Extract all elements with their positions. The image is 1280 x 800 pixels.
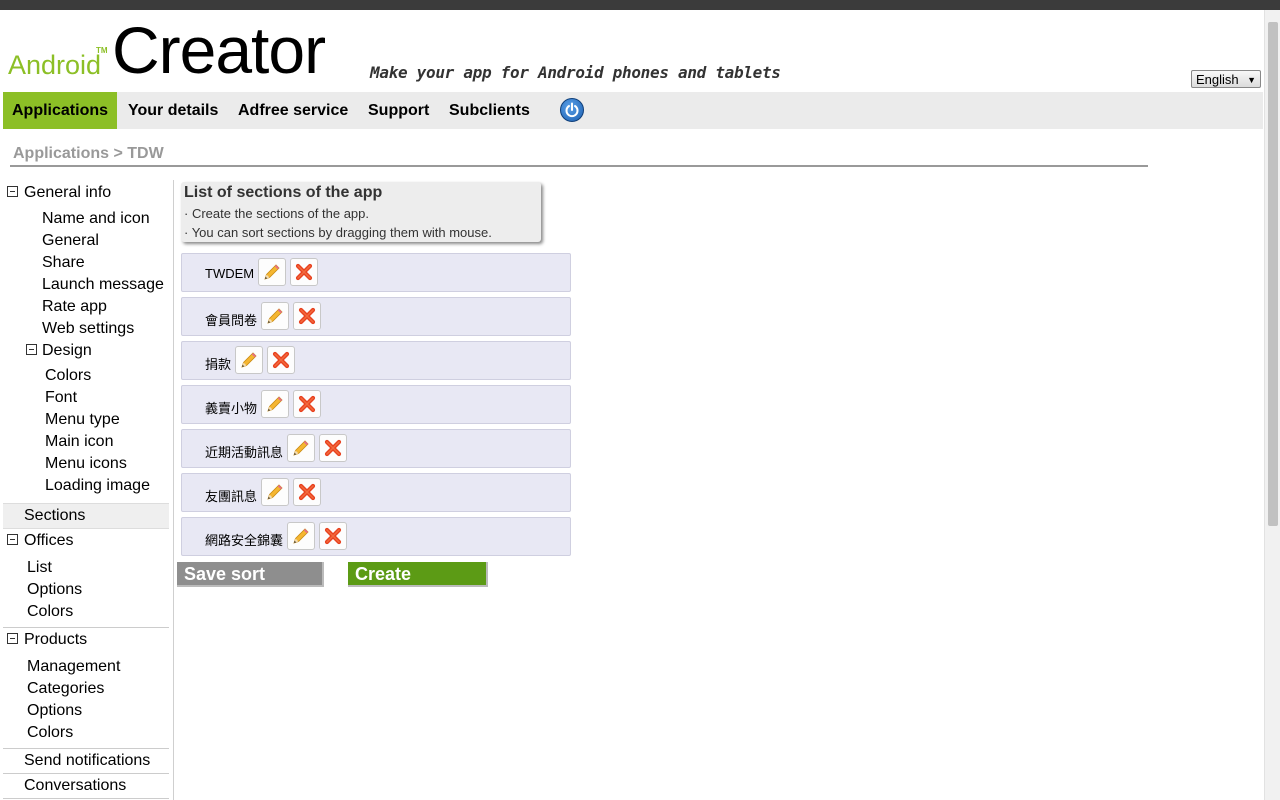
tagline: Make your app for Android phones and tab… xyxy=(370,63,781,82)
section-name: 捐款 xyxy=(205,357,232,372)
power-icon[interactable] xyxy=(560,98,584,122)
sidebar-sections[interactable]: Sections xyxy=(24,507,85,525)
sidebar-offices[interactable]: Offices xyxy=(24,532,74,550)
page-scrollbar[interactable] xyxy=(1264,10,1280,800)
chevron-down-icon: ▼ xyxy=(1247,75,1256,85)
section-row[interactable]: 會員問卷 xyxy=(181,297,571,336)
sidebar-general-info[interactable]: General info xyxy=(24,184,111,202)
section-row[interactable]: 近期活動訊息 xyxy=(181,429,571,468)
section-name: 會員問卷 xyxy=(205,313,258,328)
breadcrumb: Applications > TDW xyxy=(13,145,164,162)
sidebar-item-main-icon[interactable]: Main icon xyxy=(45,433,113,451)
pencil-icon[interactable] xyxy=(287,434,315,462)
section-row[interactable]: 友團訊息 xyxy=(181,473,571,512)
browser-top-bar xyxy=(0,0,1280,10)
android-creator-logo[interactable]: Android TM Creator xyxy=(6,13,356,88)
language-selected: English xyxy=(1196,72,1239,87)
sections-info-box: List of sections of the app · Create the… xyxy=(181,182,541,242)
sidebar-item-rate-app[interactable]: Rate app xyxy=(42,298,107,316)
sidebar-item-offices-options[interactable]: Options xyxy=(27,581,82,599)
sidebar-products[interactable]: Products xyxy=(24,631,87,649)
section-row[interactable]: TWDEM xyxy=(181,253,571,292)
nav-support[interactable]: Support xyxy=(359,92,438,129)
collapse-icon[interactable] xyxy=(7,633,18,644)
sidebar-item-colors[interactable]: Colors xyxy=(45,367,91,385)
pencil-icon[interactable] xyxy=(261,390,289,418)
sidebar: General info Name and icon General Share… xyxy=(3,180,174,800)
save-sort-order-button[interactable]: Save sort order xyxy=(177,562,324,608)
sidebar-item-font[interactable]: Font xyxy=(45,389,77,407)
info-line-2: · You can sort sections by dragging them… xyxy=(184,225,492,240)
nav-your-details[interactable]: Your details xyxy=(119,92,227,129)
nav-adfree-service[interactable]: Adfree service xyxy=(229,92,357,129)
sidebar-divider xyxy=(3,798,169,799)
delete-icon[interactable] xyxy=(293,478,321,506)
pencil-icon[interactable] xyxy=(235,346,263,374)
info-line-1: · Create the sections of the app. xyxy=(184,206,369,221)
sidebar-item-name-and-icon[interactable]: Name and icon xyxy=(42,210,150,228)
pencil-icon[interactable] xyxy=(261,478,289,506)
sidebar-item-share[interactable]: Share xyxy=(42,254,85,272)
logo-android-text: Android xyxy=(8,50,102,80)
sidebar-item-products-management[interactable]: Management xyxy=(27,658,120,676)
sidebar-item-general[interactable]: General xyxy=(42,232,99,250)
language-select[interactable]: English ▼ xyxy=(1191,70,1261,88)
section-row[interactable]: 義賣小物 xyxy=(181,385,571,424)
pencil-icon[interactable] xyxy=(261,302,289,330)
sidebar-item-menu-icons[interactable]: Menu icons xyxy=(45,455,127,473)
section-row[interactable]: 網路安全錦囊 xyxy=(181,517,571,556)
delete-icon[interactable] xyxy=(293,390,321,418)
pencil-icon[interactable] xyxy=(287,522,315,550)
section-name: TWDEM xyxy=(205,266,255,281)
sidebar-conversations[interactable]: Conversations xyxy=(24,777,126,795)
delete-icon[interactable] xyxy=(319,434,347,462)
power-glyph xyxy=(565,102,579,118)
breadcrumb-divider xyxy=(10,165,1148,167)
sidebar-item-web-settings[interactable]: Web settings xyxy=(42,320,134,338)
info-title: List of sections of the app xyxy=(184,184,383,201)
pencil-icon[interactable] xyxy=(258,258,286,286)
section-name: 友團訊息 xyxy=(205,489,258,504)
section-name: 近期活動訊息 xyxy=(205,445,284,460)
sidebar-item-loading-image[interactable]: Loading image xyxy=(45,477,150,495)
create-section-button[interactable]: Create section xyxy=(348,562,488,608)
scrollbar-thumb[interactable] xyxy=(1268,22,1278,526)
sidebar-divider xyxy=(3,627,169,628)
sidebar-item-menu-type[interactable]: Menu type xyxy=(45,411,120,429)
sidebar-send-notifications[interactable]: Send notifications xyxy=(24,752,150,770)
collapse-icon[interactable] xyxy=(7,186,18,197)
delete-icon[interactable] xyxy=(293,302,321,330)
collapse-icon[interactable] xyxy=(26,344,37,355)
nav-applications[interactable]: Applications xyxy=(3,92,118,129)
logo-tm: TM xyxy=(96,46,108,55)
main-nav: Applications Your details Adfree service… xyxy=(3,92,1263,129)
sidebar-item-launch-message[interactable]: Launch message xyxy=(42,276,164,294)
sidebar-item-products-colors[interactable]: Colors xyxy=(27,724,73,742)
section-name: 網路安全錦囊 xyxy=(205,533,284,548)
sidebar-item-offices-list[interactable]: List xyxy=(27,559,52,577)
logo-creator-text: Creator xyxy=(112,13,326,87)
section-row[interactable]: 捐款 xyxy=(181,341,571,380)
section-name: 義賣小物 xyxy=(205,401,258,416)
sidebar-divider xyxy=(3,748,169,749)
nav-subclients[interactable]: Subclients xyxy=(440,92,539,129)
delete-icon[interactable] xyxy=(290,258,318,286)
sidebar-design[interactable]: Design xyxy=(42,342,92,360)
sidebar-divider xyxy=(3,773,169,774)
delete-icon[interactable] xyxy=(319,522,347,550)
sidebar-item-products-options[interactable]: Options xyxy=(27,702,82,720)
delete-icon[interactable] xyxy=(267,346,295,374)
collapse-icon[interactable] xyxy=(7,534,18,545)
sidebar-item-offices-colors[interactable]: Colors xyxy=(27,603,73,621)
sidebar-item-products-categories[interactable]: Categories xyxy=(27,680,104,698)
